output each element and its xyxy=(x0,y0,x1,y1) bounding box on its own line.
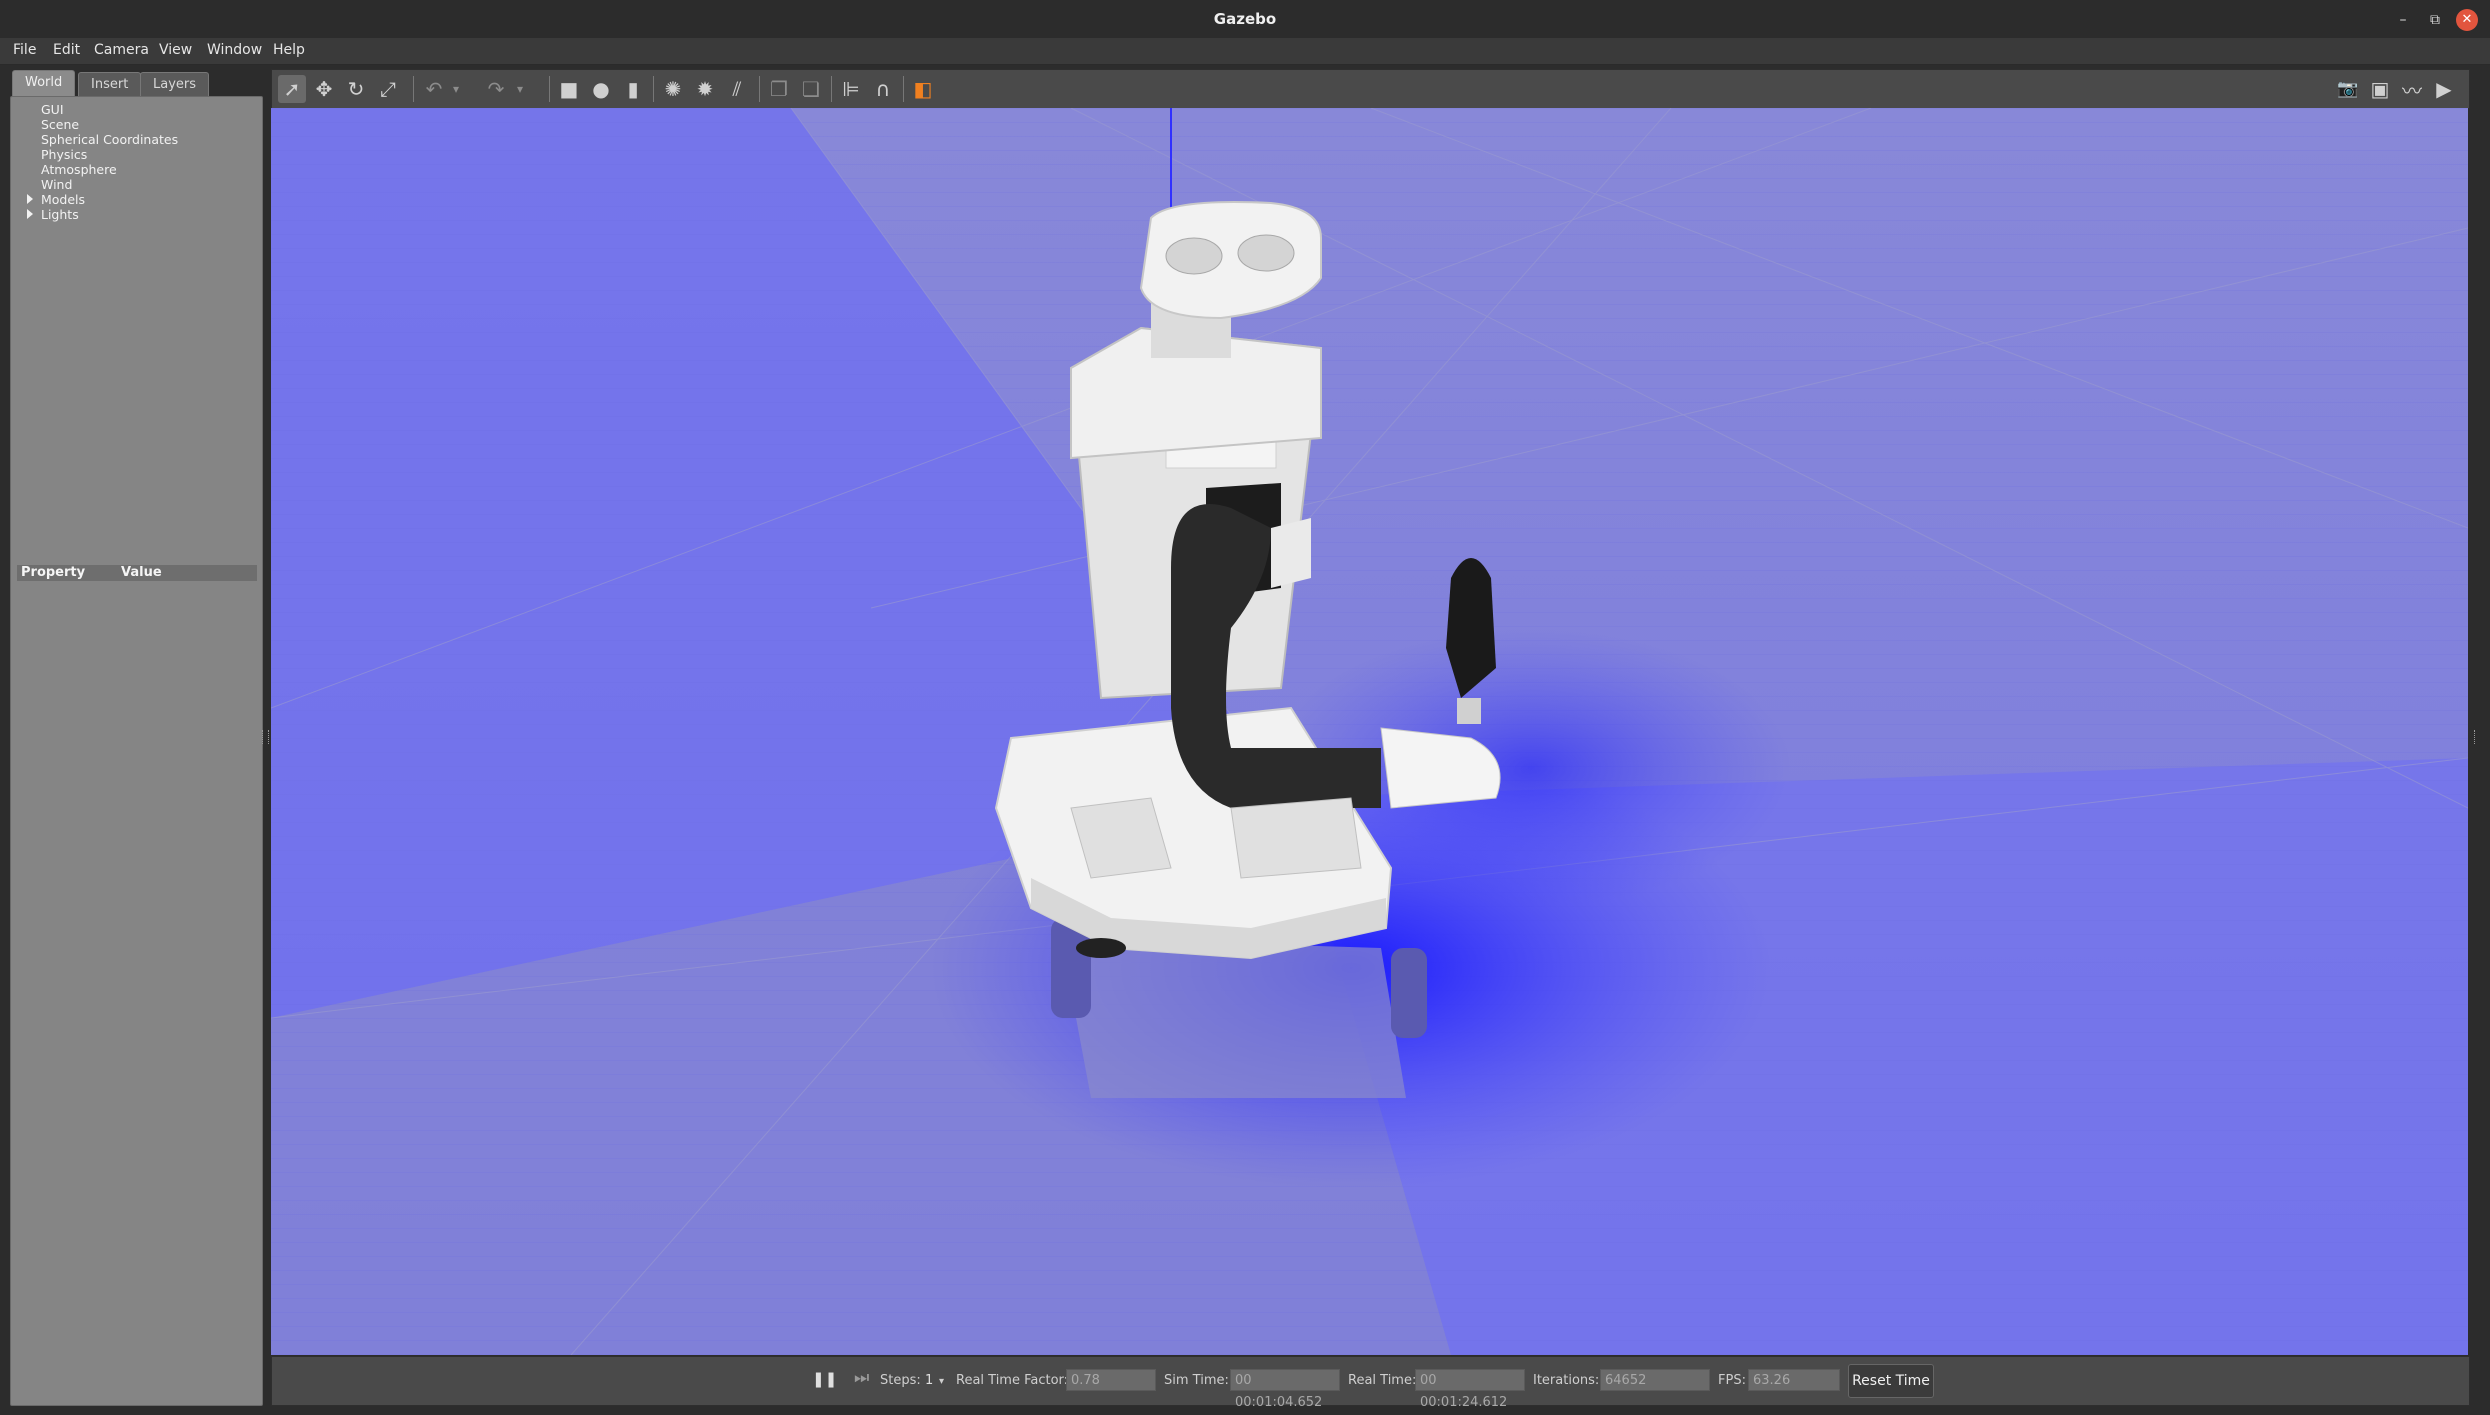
value-column-header: Value xyxy=(121,565,162,580)
fps-field: 63.26 xyxy=(1748,1369,1840,1391)
real-time-factor-field: 0.78 xyxy=(1066,1369,1156,1391)
tree-item-gui[interactable]: GUI xyxy=(41,102,64,117)
iterations-field: 64652 xyxy=(1600,1369,1710,1391)
status-bar: ❚❚ ⏭ Steps: 1 ▾ Real Time Factor: 0.78 S… xyxy=(271,1356,2470,1410)
menu-camera[interactable]: Camera xyxy=(94,42,149,58)
sim-time-field: 00 00:01:04.652 xyxy=(1230,1369,1340,1410)
real-time-factor-label: Real Time Factor: xyxy=(956,1373,1069,1388)
steps-value[interactable]: 1 xyxy=(925,1373,933,1388)
reset-time-button[interactable]: Reset Time xyxy=(1848,1364,1934,1398)
toolbar-separator xyxy=(549,76,550,102)
screenshot-icon[interactable]: 📷 xyxy=(2334,75,2362,103)
menu-help[interactable]: Help xyxy=(273,42,305,58)
box-shape-icon[interactable]: ■ xyxy=(555,75,583,103)
minimize-icon[interactable]: – xyxy=(2392,9,2414,31)
left-panel: World Insert Layers GUI Scene Spherical … xyxy=(8,68,263,1406)
tree-item-wind[interactable]: Wind xyxy=(41,177,72,192)
toolbar-separator xyxy=(903,76,904,102)
select-mode-icon[interactable]: ➚ xyxy=(278,75,306,103)
plot-icon[interactable]: 〰 xyxy=(2398,75,2426,103)
log-record-icon[interactable]: ▣ xyxy=(2366,75,2394,103)
toolbar-separator xyxy=(759,76,760,102)
undo-history-icon[interactable]: ▾ xyxy=(448,75,464,103)
steps-label: Steps: xyxy=(880,1373,921,1388)
rotate-mode-icon[interactable]: ↻ xyxy=(342,75,370,103)
window-title: Gazebo xyxy=(1213,10,1277,28)
directional-light-icon[interactable]: ⫽ xyxy=(723,75,751,103)
tree-item-scene[interactable]: Scene xyxy=(41,117,79,132)
redo-history-icon[interactable]: ▾ xyxy=(512,75,528,103)
tree-item-spherical-coordinates[interactable]: Spherical Coordinates xyxy=(41,132,178,147)
paste-icon[interactable]: ❏ xyxy=(797,75,825,103)
translate-mode-icon[interactable]: ✥ xyxy=(310,75,338,103)
cylinder-shape-icon[interactable]: ▮ xyxy=(619,75,647,103)
tab-insert[interactable]: Insert xyxy=(78,72,142,96)
step-icon[interactable]: ⏭ xyxy=(854,1368,869,1388)
world-tree: GUI Scene Spherical Coordinates Physics … xyxy=(10,96,263,1406)
tab-layers[interactable]: Layers xyxy=(140,72,210,96)
tab-world[interactable]: World xyxy=(12,70,76,96)
redo-icon[interactable]: ↷ xyxy=(482,75,510,103)
tree-item-physics[interactable]: Physics xyxy=(41,147,87,162)
spot-light-icon[interactable]: ✹ xyxy=(691,75,719,103)
undo-icon[interactable]: ↶ xyxy=(420,75,448,103)
menu-bar: File Edit Camera View Window Help xyxy=(0,38,2490,65)
pause-icon[interactable]: ❚❚ xyxy=(812,1370,837,1388)
tree-item-models[interactable]: Models xyxy=(41,192,85,207)
scale-mode-icon[interactable]: ⤢ xyxy=(374,75,402,103)
fps-label: FPS: xyxy=(1718,1373,1746,1388)
tree-item-lights[interactable]: Lights xyxy=(41,207,79,222)
expand-models-icon[interactable] xyxy=(27,194,33,204)
property-column-header: Property xyxy=(21,565,86,580)
right-panel-grip[interactable] xyxy=(2474,730,2479,744)
align-icon[interactable]: ⊫ xyxy=(837,75,865,103)
expand-lights-icon[interactable] xyxy=(27,209,33,219)
menu-window[interactable]: Window xyxy=(207,42,262,58)
panel-splitter[interactable] xyxy=(262,730,269,744)
scene-render xyxy=(271,108,2468,1355)
point-light-icon[interactable]: ✺ xyxy=(659,75,687,103)
steps-dropdown-icon[interactable]: ▾ xyxy=(939,1376,944,1387)
menu-edit[interactable]: Edit xyxy=(53,42,80,58)
toolbar-separator xyxy=(831,76,832,102)
menu-file[interactable]: File xyxy=(13,42,36,58)
toolbar-separator xyxy=(413,76,414,102)
iterations-label: Iterations: xyxy=(1533,1373,1600,1388)
close-icon[interactable]: ✕ xyxy=(2456,9,2478,31)
snap-icon[interactable]: ∩ xyxy=(869,75,897,103)
maximize-icon[interactable]: ⧉ xyxy=(2424,9,2446,31)
copy-icon[interactable]: ❐ xyxy=(765,75,793,103)
tree-item-atmosphere[interactable]: Atmosphere xyxy=(41,162,117,177)
toolbar-separator xyxy=(653,76,654,102)
sphere-shape-icon[interactable]: ● xyxy=(587,75,615,103)
title-bar: Gazebo – ⧉ ✕ xyxy=(0,0,2490,38)
menu-view[interactable]: View xyxy=(159,42,192,58)
sim-time-label: Sim Time: xyxy=(1164,1373,1229,1388)
real-time-label: Real Time: xyxy=(1348,1373,1417,1388)
toolbar: ➚ ✥ ↻ ⤢ ↶ ▾ ↷ ▾ ■ ● ▮ ✺ ✹ ⫽ ❐ ❏ ⊫ ∩ ◧ 📷 … xyxy=(271,69,2470,109)
property-table-header: Property Value xyxy=(17,565,257,581)
3d-viewport[interactable] xyxy=(271,108,2468,1355)
video-record-icon[interactable]: ▶ xyxy=(2430,75,2458,103)
view-angle-icon[interactable]: ◧ xyxy=(909,75,937,103)
real-time-field: 00 00:01:24.612 xyxy=(1415,1369,1525,1410)
